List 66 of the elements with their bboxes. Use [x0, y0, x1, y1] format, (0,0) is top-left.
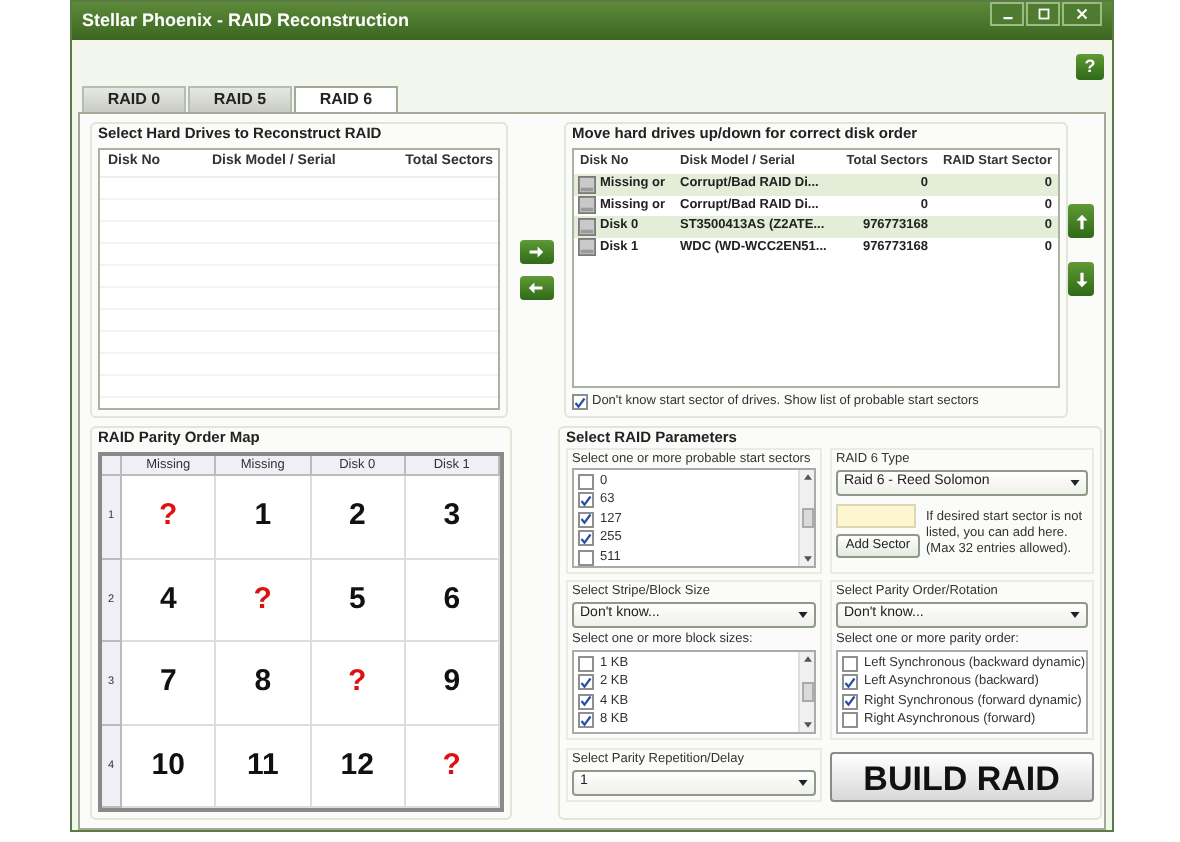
checkbox[interactable] — [842, 712, 858, 729]
move-left-button[interactable] — [519, 276, 554, 300]
checkbox[interactable] — [578, 530, 594, 547]
parity-cell: ? — [122, 476, 217, 559]
move-down-button[interactable] — [1068, 262, 1094, 296]
parity-cell: 9 — [405, 642, 500, 725]
parity-cell: 1 — [216, 476, 311, 559]
sector-input-field[interactable] — [836, 504, 916, 528]
checkbox[interactable] — [578, 492, 594, 509]
parity-cell: 7 — [122, 642, 217, 725]
corner-cell — [102, 456, 122, 476]
caret-icon — [1069, 480, 1080, 486]
scrollbar-thumb[interactable] — [801, 682, 813, 702]
checkbox[interactable] — [578, 655, 594, 672]
parity-cell: 10 — [122, 725, 217, 808]
hard-drive-icon — [578, 175, 596, 194]
checkbox[interactable] — [572, 394, 588, 410]
build-raid-button[interactable]: BUILD RAID — [830, 752, 1094, 802]
scrollbar-thumb[interactable] — [801, 508, 813, 528]
close-button[interactable] — [1062, 2, 1102, 26]
checkbox[interactable] — [842, 655, 858, 672]
parity-cell: 11 — [216, 725, 311, 808]
maximize-icon — [1037, 8, 1049, 20]
parity-cell: 12 — [311, 725, 406, 808]
help-button[interactable]: ? — [1076, 54, 1104, 81]
down-arrow-icon — [1073, 271, 1089, 287]
tab[interactable]: RAID 5 — [188, 85, 292, 112]
checkbox[interactable] — [578, 674, 594, 691]
scroll-up-icon[interactable] — [803, 474, 811, 480]
close-icon — [1076, 8, 1088, 20]
parity-cell: 6 — [405, 559, 500, 642]
scrollbar[interactable] — [798, 652, 814, 732]
caret-icon — [798, 780, 808, 786]
window-title: Stellar Phoenix - RAID Reconstruction — [82, 7, 410, 34]
checkbox[interactable] — [578, 693, 594, 710]
hard-drive-icon — [578, 217, 596, 236]
tab[interactable]: RAID 6 — [294, 85, 398, 112]
tab[interactable]: RAID 0 — [82, 85, 186, 112]
parity-cell: 3 — [405, 476, 500, 559]
parity-cell: 4 — [122, 559, 217, 642]
caret-icon — [798, 612, 808, 618]
scrollbar[interactable] — [798, 470, 814, 566]
scroll-down-icon[interactable] — [803, 556, 811, 562]
parity-cell: 2 — [311, 476, 406, 559]
hard-drive-icon — [578, 196, 596, 215]
checkbox[interactable] — [842, 674, 858, 691]
parity-cell: ? — [311, 642, 406, 725]
caret-icon — [1069, 612, 1080, 618]
parity-cell: ? — [405, 725, 500, 808]
scroll-up-icon[interactable] — [803, 656, 811, 662]
left-arrow-icon — [528, 280, 545, 296]
maximize-button[interactable] — [1026, 2, 1060, 26]
up-arrow-icon — [1073, 213, 1089, 229]
parity-cell: 8 — [216, 642, 311, 725]
checkbox[interactable] — [578, 712, 594, 729]
parity-cell: 5 — [311, 559, 406, 642]
checkbox[interactable] — [842, 693, 858, 710]
scroll-down-icon[interactable] — [803, 722, 811, 728]
parity-cell: ? — [216, 559, 311, 642]
checkbox[interactable] — [578, 511, 594, 528]
checkbox[interactable] — [578, 473, 594, 490]
move-up-button[interactable] — [1068, 204, 1094, 238]
checkbox[interactable] — [578, 549, 594, 566]
hard-drive-icon — [578, 238, 596, 257]
right-arrow-icon — [528, 244, 545, 260]
move-right-button[interactable] — [519, 240, 554, 264]
